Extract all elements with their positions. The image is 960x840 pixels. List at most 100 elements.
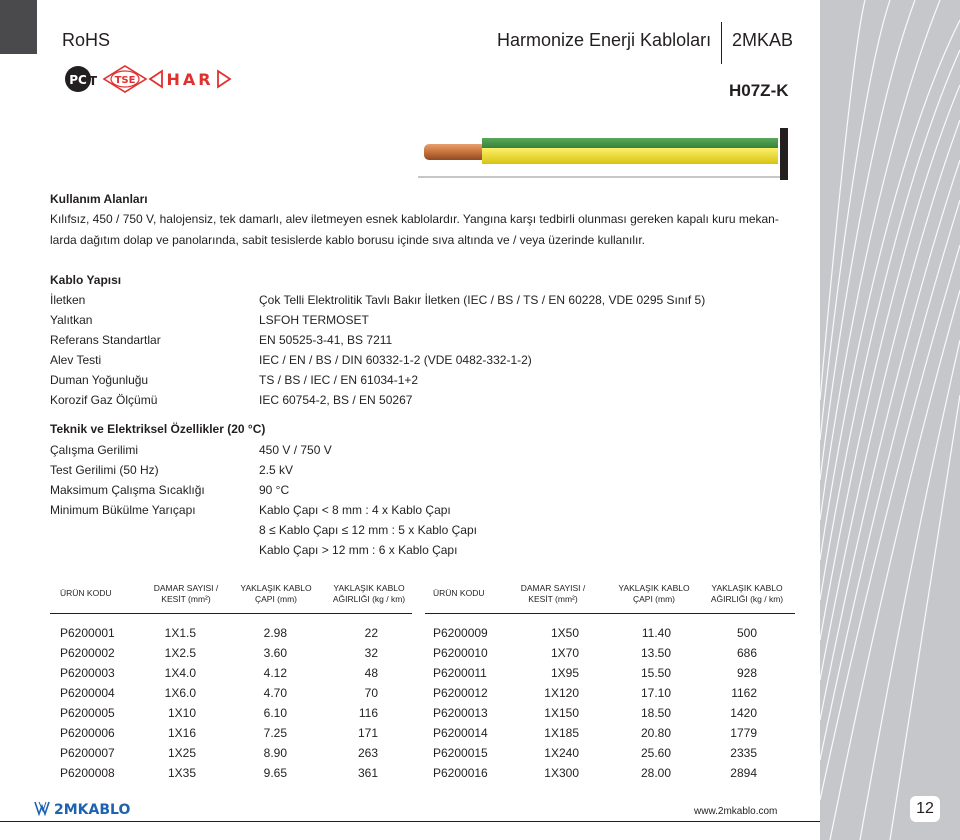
table-cell-diameter: 7.25 [263,726,287,740]
table-cell-weight: 2335 [730,746,757,760]
table-cell-weight: 1162 [731,686,757,700]
table-cell-weight: 48 [364,666,378,680]
table-cell-section: 1X50 [550,626,579,640]
construction-value-smoke-density: TS / BS / IEC / EN 61034-1+2 [259,373,419,387]
brand-name: 2MKAB [732,30,794,50]
svg-text:PC: PC [69,73,87,87]
table-cell-product-code: P6200016 [433,766,488,780]
table-cell-product-code: P6200004 [60,686,115,700]
table-cell-diameter: 11.40 [641,626,671,640]
table-header-cores-right: DAMAR SAYISI / KESİT (mm²) [503,583,603,605]
tse-certification-logo: TSE [102,64,148,94]
table-cell-diameter: 28.00 [640,766,671,780]
table-header-code-right: ÜRÜN KODU [433,588,485,598]
company-logo: 2MKABLO [34,799,154,819]
table-cell-section: 1X1.5 [164,626,196,640]
table-cell-section: 1X4.0 [164,666,196,680]
table-header-cores-line1: DAMAR SAYISI / [153,583,219,593]
construction-value-flame-test: IEC / EN / BS / DIN 60332-1-2 (VDE 0482-… [259,353,532,367]
table-cell-diameter: 9.65 [263,766,287,780]
table-cell-section: 1X35 [167,766,196,780]
table-cell-section: 1X25 [167,746,196,760]
table-cell-section: 1X240 [544,746,579,760]
table-cell-section: 1X2.5 [164,646,196,660]
table-cell-product-code: P6200002 [60,646,115,660]
table-cell-diameter: 25.60 [640,746,671,760]
table-cell-weight: 361 [357,766,378,780]
table-cell-weight: 2894 [730,766,757,780]
rohs-label: RoHS [62,30,111,50]
table-cell-weight: 171 [357,726,378,740]
table-cell-section: 1X6.0 [164,686,196,700]
construction-label-flame-test: Alev Testi [50,353,102,367]
table-cell-product-code: P6200012 [433,686,488,700]
table-cell-diameter: 13.50 [640,646,671,660]
table-cell-section: 1X95 [550,666,579,680]
table-cell-section: 1X150 [544,706,579,720]
svg-text:TSE: TSE [115,75,136,86]
table-cell-section: 1X10 [167,706,196,720]
table-header-code-left: ÜRÜN KODU [60,588,112,598]
table-header-weight-line2: AĞIRLIĞI (kg / km) [710,594,784,604]
svg-text:T: T [89,74,98,88]
table-cell-product-code: P6200010 [433,646,488,660]
table-cell-weight: 686 [736,646,757,660]
construction-label-standards: Referans Standartlar [50,333,161,347]
table-header-weight-left: YAKLAŞIK KABLO AĞIRLIĞI (kg / km) [319,583,419,605]
table-cell-product-code: P6200003 [60,666,115,680]
usage-text-line2: larda dağıtım dolap ve panolarında, sabi… [50,233,646,247]
technical-label-test-voltage: Test Gerilimi (50 Hz) [50,463,159,477]
table-cell-weight: 22 [364,626,378,640]
table-cell-section: 1X70 [550,646,579,660]
construction-value-standards: EN 50525-3-41, BS 7211 [259,333,393,347]
table-cell-diameter: 8.90 [263,746,287,760]
table-header-diameter-line2: ÇAPI (mm) [632,594,676,604]
company-logo-text: 2MKABLO [54,802,130,818]
decorative-strip [820,0,960,840]
table-header-weight-line1: YAKLAŞIK KABLO [711,583,783,593]
table-cell-product-code: P6200008 [60,766,115,780]
table-cell-product-code: P6200013 [433,706,488,720]
table-cell-weight: 928 [736,666,757,680]
technical-value-bend-radius-2: 8 ≤ Kablo Çapı ≤ 12 mm : 5 x Kablo Çapı [259,523,477,537]
header-dark-tab [0,0,37,54]
table-cell-product-code: P6200014 [433,726,488,740]
table-cell-weight: 1779 [730,726,757,740]
technical-value-bend-radius-1: Kablo Çapı < 8 mm : 4 x Kablo Çapı [259,503,451,517]
table-header-cores-line1: DAMAR SAYISI / [520,583,586,593]
technical-value-test-voltage: 2.5 kV [259,463,294,477]
table-cell-section: 1X16 [167,726,196,740]
decorative-curves [820,0,960,840]
construction-label-conductor: İletken [50,293,86,307]
footer-url[interactable]: www.2mkablo.com [694,806,777,817]
table-cell-product-code: P6200009 [433,626,488,640]
table-cell-diameter: 4.12 [263,666,287,680]
table-cell-weight: 116 [358,706,378,720]
table-cell-weight: 263 [357,746,378,760]
technical-value-voltage: 450 V / 750 V [259,443,332,457]
table-header-weight-line2: AĞIRLIĞI (kg / km) [332,594,406,604]
table-cell-diameter: 18.50 [640,706,671,720]
table-header-diameter-right: YAKLAŞIK KABLO ÇAPI (mm) [604,583,704,605]
usage-title: Kullanım Alanları [50,192,148,206]
table-cell-weight: 70 [364,686,378,700]
table-cell-section: 1X300 [544,766,579,780]
table-cell-diameter: 20.80 [640,726,671,740]
table-cell-diameter: 15.50 [640,666,671,680]
header-divider [721,22,722,64]
construction-title: Kablo Yapısı [50,273,122,287]
table-rule-right [425,613,795,614]
technical-label-bend-radius: Minimum Bükülme Yarıçapı [50,503,196,517]
table-header-cores-line2: KESİT (mm²) [528,594,578,604]
table-cell-weight: 1420 [730,706,757,720]
construction-label-smoke-density: Duman Yoğunluğu [50,373,149,387]
technical-value-max-temp: 90 °C [259,483,290,497]
table-cell-diameter: 17.10 [640,686,671,700]
construction-label-insulation: Yalıtkan [50,313,93,327]
table-cell-section: 1X120 [544,686,579,700]
table-cell-diameter: 4.70 [263,686,287,700]
construction-value-conductor: Çok Telli Elektrolitik Tavlı Bakır İletk… [259,293,706,307]
construction-value-corrosive-gas: IEC 60754-2, BS / EN 50267 [259,393,413,407]
technical-title: Teknik ve Elektriksel Özellikler (20 °C) [50,422,266,436]
table-rule-left [50,613,412,614]
